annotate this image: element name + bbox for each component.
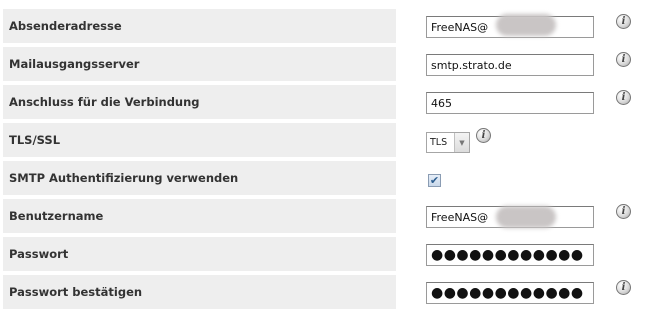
redacted-blur	[496, 206, 556, 228]
username-label: Benutzername	[3, 199, 396, 233]
sender-address-value: FreeNAS@	[431, 20, 489, 34]
form-row-tls-ssl: TLS/SSL TLS ▼ i	[0, 123, 647, 157]
info-icon[interactable]: i	[616, 14, 631, 29]
smtp-server-cell: smtp.strato.de	[421, 47, 647, 81]
form-row-password: Passwort ●●●●●●●●●●●●	[0, 237, 647, 271]
password-confirm-value: ●●●●●●●●●●●●	[431, 285, 584, 301]
password-value: ●●●●●●●●●●●●	[431, 247, 584, 263]
username-value: FreeNAS@	[431, 210, 489, 224]
form-row-smtp-server: Mailausgangsserver smtp.strato.de i	[0, 47, 647, 81]
tls-ssl-label: TLS/SSL	[3, 123, 396, 157]
password-confirm-label: Passwort bestätigen	[3, 275, 396, 309]
password-cell: ●●●●●●●●●●●●	[421, 237, 647, 271]
tls-ssl-selected-value: TLS	[430, 137, 448, 148]
smtp-auth-cell: ✔	[421, 161, 647, 195]
redacted-blur	[496, 14, 556, 36]
form-row-password-confirm: Passwort bestätigen ●●●●●●●●●●●● i	[0, 275, 647, 309]
password-confirm-cell: ●●●●●●●●●●●●	[421, 275, 647, 309]
info-icon[interactable]: i	[616, 280, 631, 295]
form-row-username: Benutzername FreeNAS@ i	[0, 199, 647, 233]
smtp-server-label: Mailausgangsserver	[3, 47, 396, 81]
username-cell: FreeNAS@	[421, 199, 647, 233]
port-label: Anschluss für die Verbindung	[3, 85, 396, 119]
form-row-sender-address: Absenderadresse FreeNAS@ i	[0, 9, 647, 43]
form-row-smtp-auth: SMTP Authentifizierung verwenden ✔	[0, 161, 647, 195]
sender-address-label: Absenderadresse	[3, 9, 396, 43]
sender-address-cell: FreeNAS@	[421, 9, 647, 43]
port-cell: 465	[421, 85, 647, 119]
tls-ssl-select[interactable]: TLS ▼	[426, 132, 470, 153]
port-value: 465	[431, 96, 452, 110]
tls-ssl-cell: TLS ▼	[421, 123, 647, 157]
password-confirm-input[interactable]: ●●●●●●●●●●●●	[426, 282, 594, 304]
info-icon[interactable]: i	[616, 52, 631, 67]
info-icon[interactable]: i	[616, 90, 631, 105]
password-label: Passwort	[3, 237, 396, 271]
smtp-server-value: smtp.strato.de	[431, 58, 512, 72]
smtp-auth-label: SMTP Authentifizierung verwenden	[3, 161, 396, 195]
smtp-server-input[interactable]: smtp.strato.de	[426, 54, 594, 76]
smtp-auth-checkbox[interactable]: ✔	[428, 174, 441, 187]
info-icon[interactable]: i	[616, 204, 631, 219]
chevron-down-icon[interactable]: ▼	[454, 133, 469, 152]
port-input[interactable]: 465	[426, 92, 594, 114]
checkmark-icon: ✔	[429, 174, 440, 187]
form-row-port: Anschluss für die Verbindung 465 i	[0, 85, 647, 119]
info-icon[interactable]: i	[476, 128, 491, 143]
password-input[interactable]: ●●●●●●●●●●●●	[426, 244, 594, 266]
